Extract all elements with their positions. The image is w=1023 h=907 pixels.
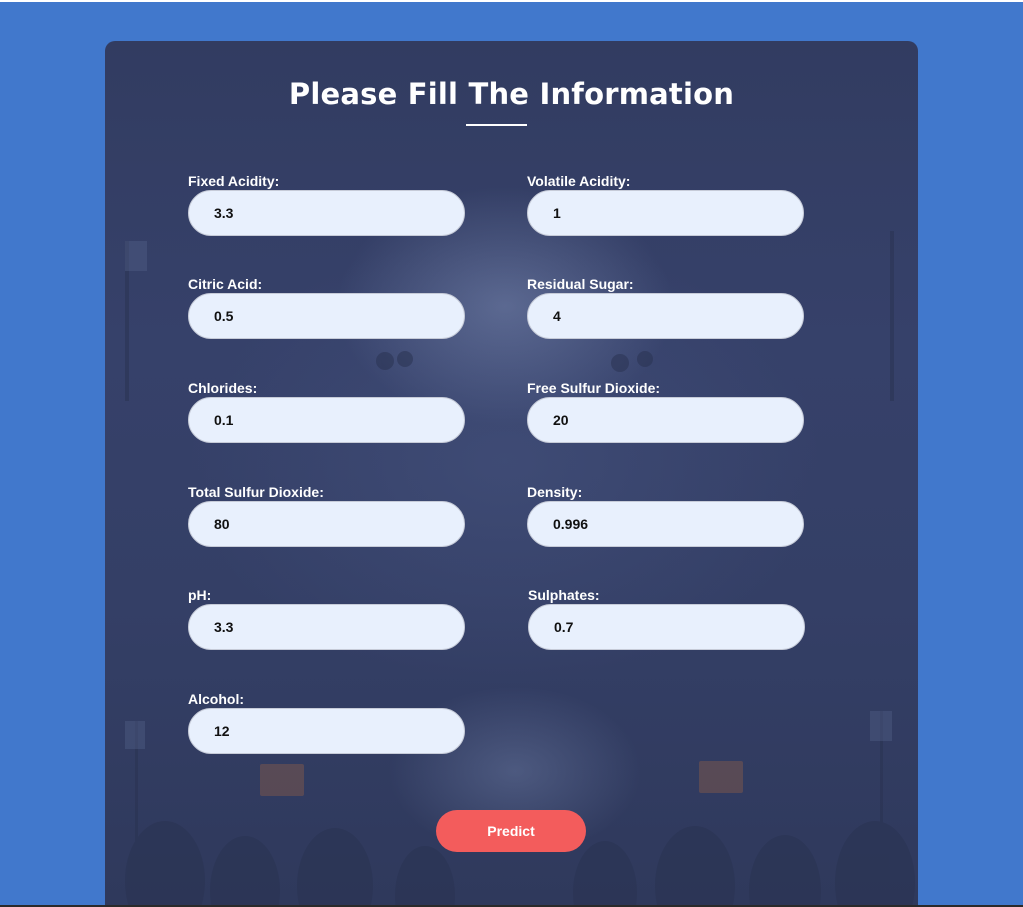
ph-input[interactable]	[188, 604, 465, 650]
volatile-acidity-label: Volatile Acidity:	[527, 173, 631, 189]
field-free-sulfur-dioxide: Free Sulfur Dioxide:	[527, 380, 805, 443]
total-sulfur-dioxide-input[interactable]	[188, 501, 465, 547]
field-ph: pH:	[188, 587, 466, 650]
fixed-acidity-label: Fixed Acidity:	[188, 173, 280, 189]
citric-acid-label: Citric Acid:	[188, 276, 263, 292]
density-label: Density:	[527, 484, 583, 500]
field-sulphates: Sulphates:	[528, 587, 806, 650]
field-volatile-acidity: Volatile Acidity:	[527, 173, 805, 236]
page-title: Please Fill The Information	[288, 77, 735, 111]
field-chlorides: Chlorides:	[188, 380, 466, 443]
field-total-sulfur-dioxide: Total Sulfur Dioxide:	[188, 484, 466, 547]
field-residual-sugar: Residual Sugar:	[527, 276, 805, 339]
residual-sugar-input[interactable]	[527, 293, 804, 339]
fixed-acidity-input[interactable]	[188, 190, 465, 236]
free-sulfur-dioxide-label: Free Sulfur Dioxide:	[527, 380, 661, 396]
free-sulfur-dioxide-input[interactable]	[527, 397, 804, 443]
predict-button[interactable]: Predict	[436, 810, 586, 852]
title-underline	[466, 124, 527, 126]
chlorides-label: Chlorides:	[188, 380, 258, 396]
alcohol-input[interactable]	[188, 708, 465, 754]
field-density: Density:	[527, 484, 805, 547]
volatile-acidity-input[interactable]	[527, 190, 804, 236]
citric-acid-input[interactable]	[188, 293, 465, 339]
sulphates-input[interactable]	[528, 604, 805, 650]
ph-label: pH:	[188, 587, 212, 603]
concert-crowd-background	[125, 231, 915, 905]
sulphates-label: Sulphates:	[528, 587, 600, 603]
chlorides-input[interactable]	[188, 397, 465, 443]
alcohol-label: Alcohol:	[188, 691, 244, 707]
total-sulfur-dioxide-label: Total Sulfur Dioxide:	[188, 484, 324, 500]
density-input[interactable]	[527, 501, 804, 547]
field-alcohol: Alcohol:	[188, 691, 466, 754]
form-card: Please Fill The Information Fixed Acidit…	[105, 41, 918, 905]
field-fixed-acidity: Fixed Acidity:	[188, 173, 466, 236]
field-citric-acid: Citric Acid:	[188, 276, 466, 339]
top-edge	[0, 0, 1023, 2]
residual-sugar-label: Residual Sugar:	[527, 276, 634, 292]
